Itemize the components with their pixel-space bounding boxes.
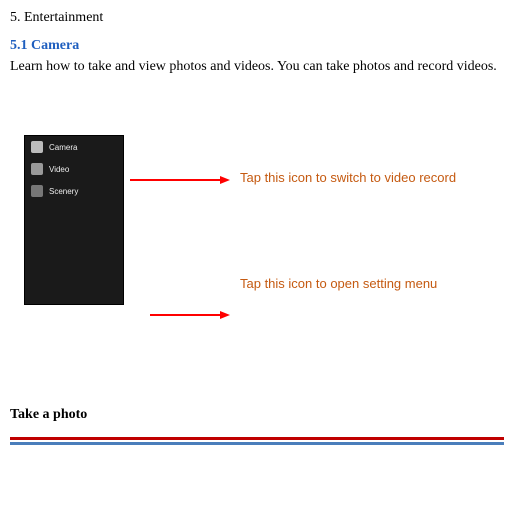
- callout-video-switch: Tap this icon to switch to video record: [240, 169, 460, 187]
- footer-divider: [10, 437, 504, 445]
- take-photo-heading: Take a photo: [10, 407, 504, 423]
- menu-label-camera: Camera: [49, 143, 77, 152]
- section-title: 5. Entertainment: [10, 10, 504, 26]
- menu-label-video: Video: [49, 165, 69, 174]
- menu-row-scenery: Scenery: [25, 180, 123, 202]
- menu-label-scenery: Scenery: [49, 187, 78, 196]
- figure-area: Camera Video Scenery Tap this icon to sw…: [10, 117, 504, 377]
- video-icon: [31, 163, 43, 175]
- scenery-icon: [31, 185, 43, 197]
- footer-line-blue: [10, 442, 504, 445]
- subsection-title: 5.1 Camera: [10, 38, 504, 54]
- callout-settings-menu: Tap this icon to open setting menu: [240, 275, 460, 293]
- camera-icon: [31, 141, 43, 153]
- menu-row-video: Video: [25, 158, 123, 180]
- phone-screenshot: Camera Video Scenery: [24, 135, 124, 305]
- intro-paragraph: Learn how to take and view photos and vi…: [10, 56, 504, 77]
- footer-line-red: [10, 437, 504, 440]
- menu-row-camera: Camera: [25, 136, 123, 158]
